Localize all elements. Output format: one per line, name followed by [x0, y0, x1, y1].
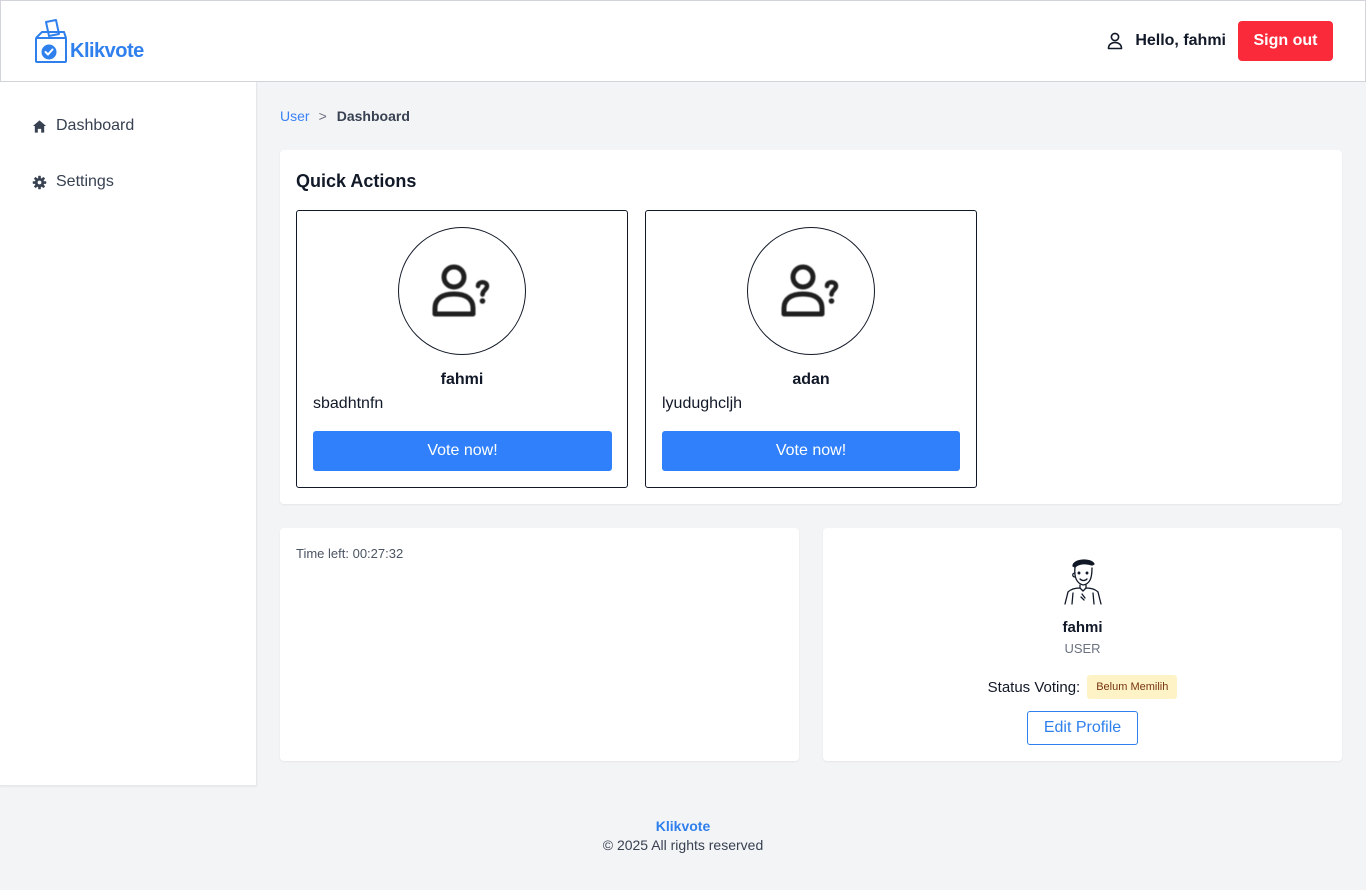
breadcrumb-user-link[interactable]: User — [280, 108, 310, 124]
breadcrumb-current: Dashboard — [336, 108, 410, 124]
profile-role: USER — [1064, 641, 1101, 656]
candidate-name: fahmi — [440, 371, 484, 388]
candidate-avatar — [398, 227, 526, 355]
quick-actions-title: Quick Actions — [296, 171, 417, 191]
vote-now-button[interactable]: Vote now! — [313, 431, 612, 471]
top-header: Klikvote Hello, fahmi Sign out — [0, 0, 1366, 82]
edit-profile-button[interactable]: Edit Profile — [1027, 711, 1138, 745]
logo[interactable]: Klikvote — [34, 18, 144, 64]
status-row: Status Voting: Belum Memilih — [823, 675, 1342, 699]
footer-brand: Klikvote — [655, 818, 711, 834]
breadcrumb-separator: > — [318, 108, 327, 124]
sidebar-item-label: Settings — [56, 173, 114, 190]
quick-actions-card: Quick Actions fahmi sbadhtnfn Vote now! … — [280, 150, 1342, 504]
brand-name: Klikvote — [70, 40, 144, 62]
status-badge: Belum Memilih — [1087, 675, 1178, 699]
ballot-box-icon — [35, 19, 67, 63]
sidebar-item-label: Dashboard — [56, 117, 135, 134]
footer-copyright: © 2025 All rights reserved — [602, 837, 764, 853]
greeting-text: Hello, fahmi — [1135, 32, 1226, 49]
header-user-area: Hello, fahmi Sign out — [1106, 21, 1333, 61]
home-icon — [32, 119, 47, 133]
sidebar: Dashboard Settings — [0, 82, 257, 786]
status-voting-label: Status Voting: — [987, 678, 1081, 696]
sign-out-button[interactable]: Sign out — [1238, 21, 1333, 61]
candidate-description: sbadhtnfn — [313, 395, 384, 412]
sidebar-item-dashboard[interactable]: Dashboard — [32, 117, 134, 135]
profile-name: fahmi — [1062, 619, 1103, 636]
candidate-card: adan lyudughcljh Vote now! — [645, 210, 977, 488]
sidebar-item-settings[interactable]: Settings — [32, 173, 114, 191]
candidate-card: fahmi sbadhtnfn Vote now! — [296, 210, 628, 488]
timer-card: Time left: 00:27:32 — [280, 528, 799, 761]
user-icon — [1108, 32, 1123, 50]
time-left-text: Time left: 00:27:32 — [296, 546, 404, 561]
vote-now-button[interactable]: Vote now! — [662, 431, 960, 471]
unknown-user-icon — [432, 264, 490, 317]
unknown-user-icon — [781, 264, 839, 317]
profile-card: fahmi USER Status Voting: Belum Memilih … — [823, 528, 1342, 761]
candidate-name: adan — [792, 371, 830, 388]
footer: Klikvote © 2025 All rights reserved — [0, 818, 1366, 853]
avatar — [1064, 559, 1102, 605]
candidate-avatar — [747, 227, 875, 355]
gear-icon — [32, 175, 47, 189]
breadcrumb: User > Dashboard — [280, 108, 410, 124]
candidate-description: lyudughcljh — [662, 395, 743, 412]
